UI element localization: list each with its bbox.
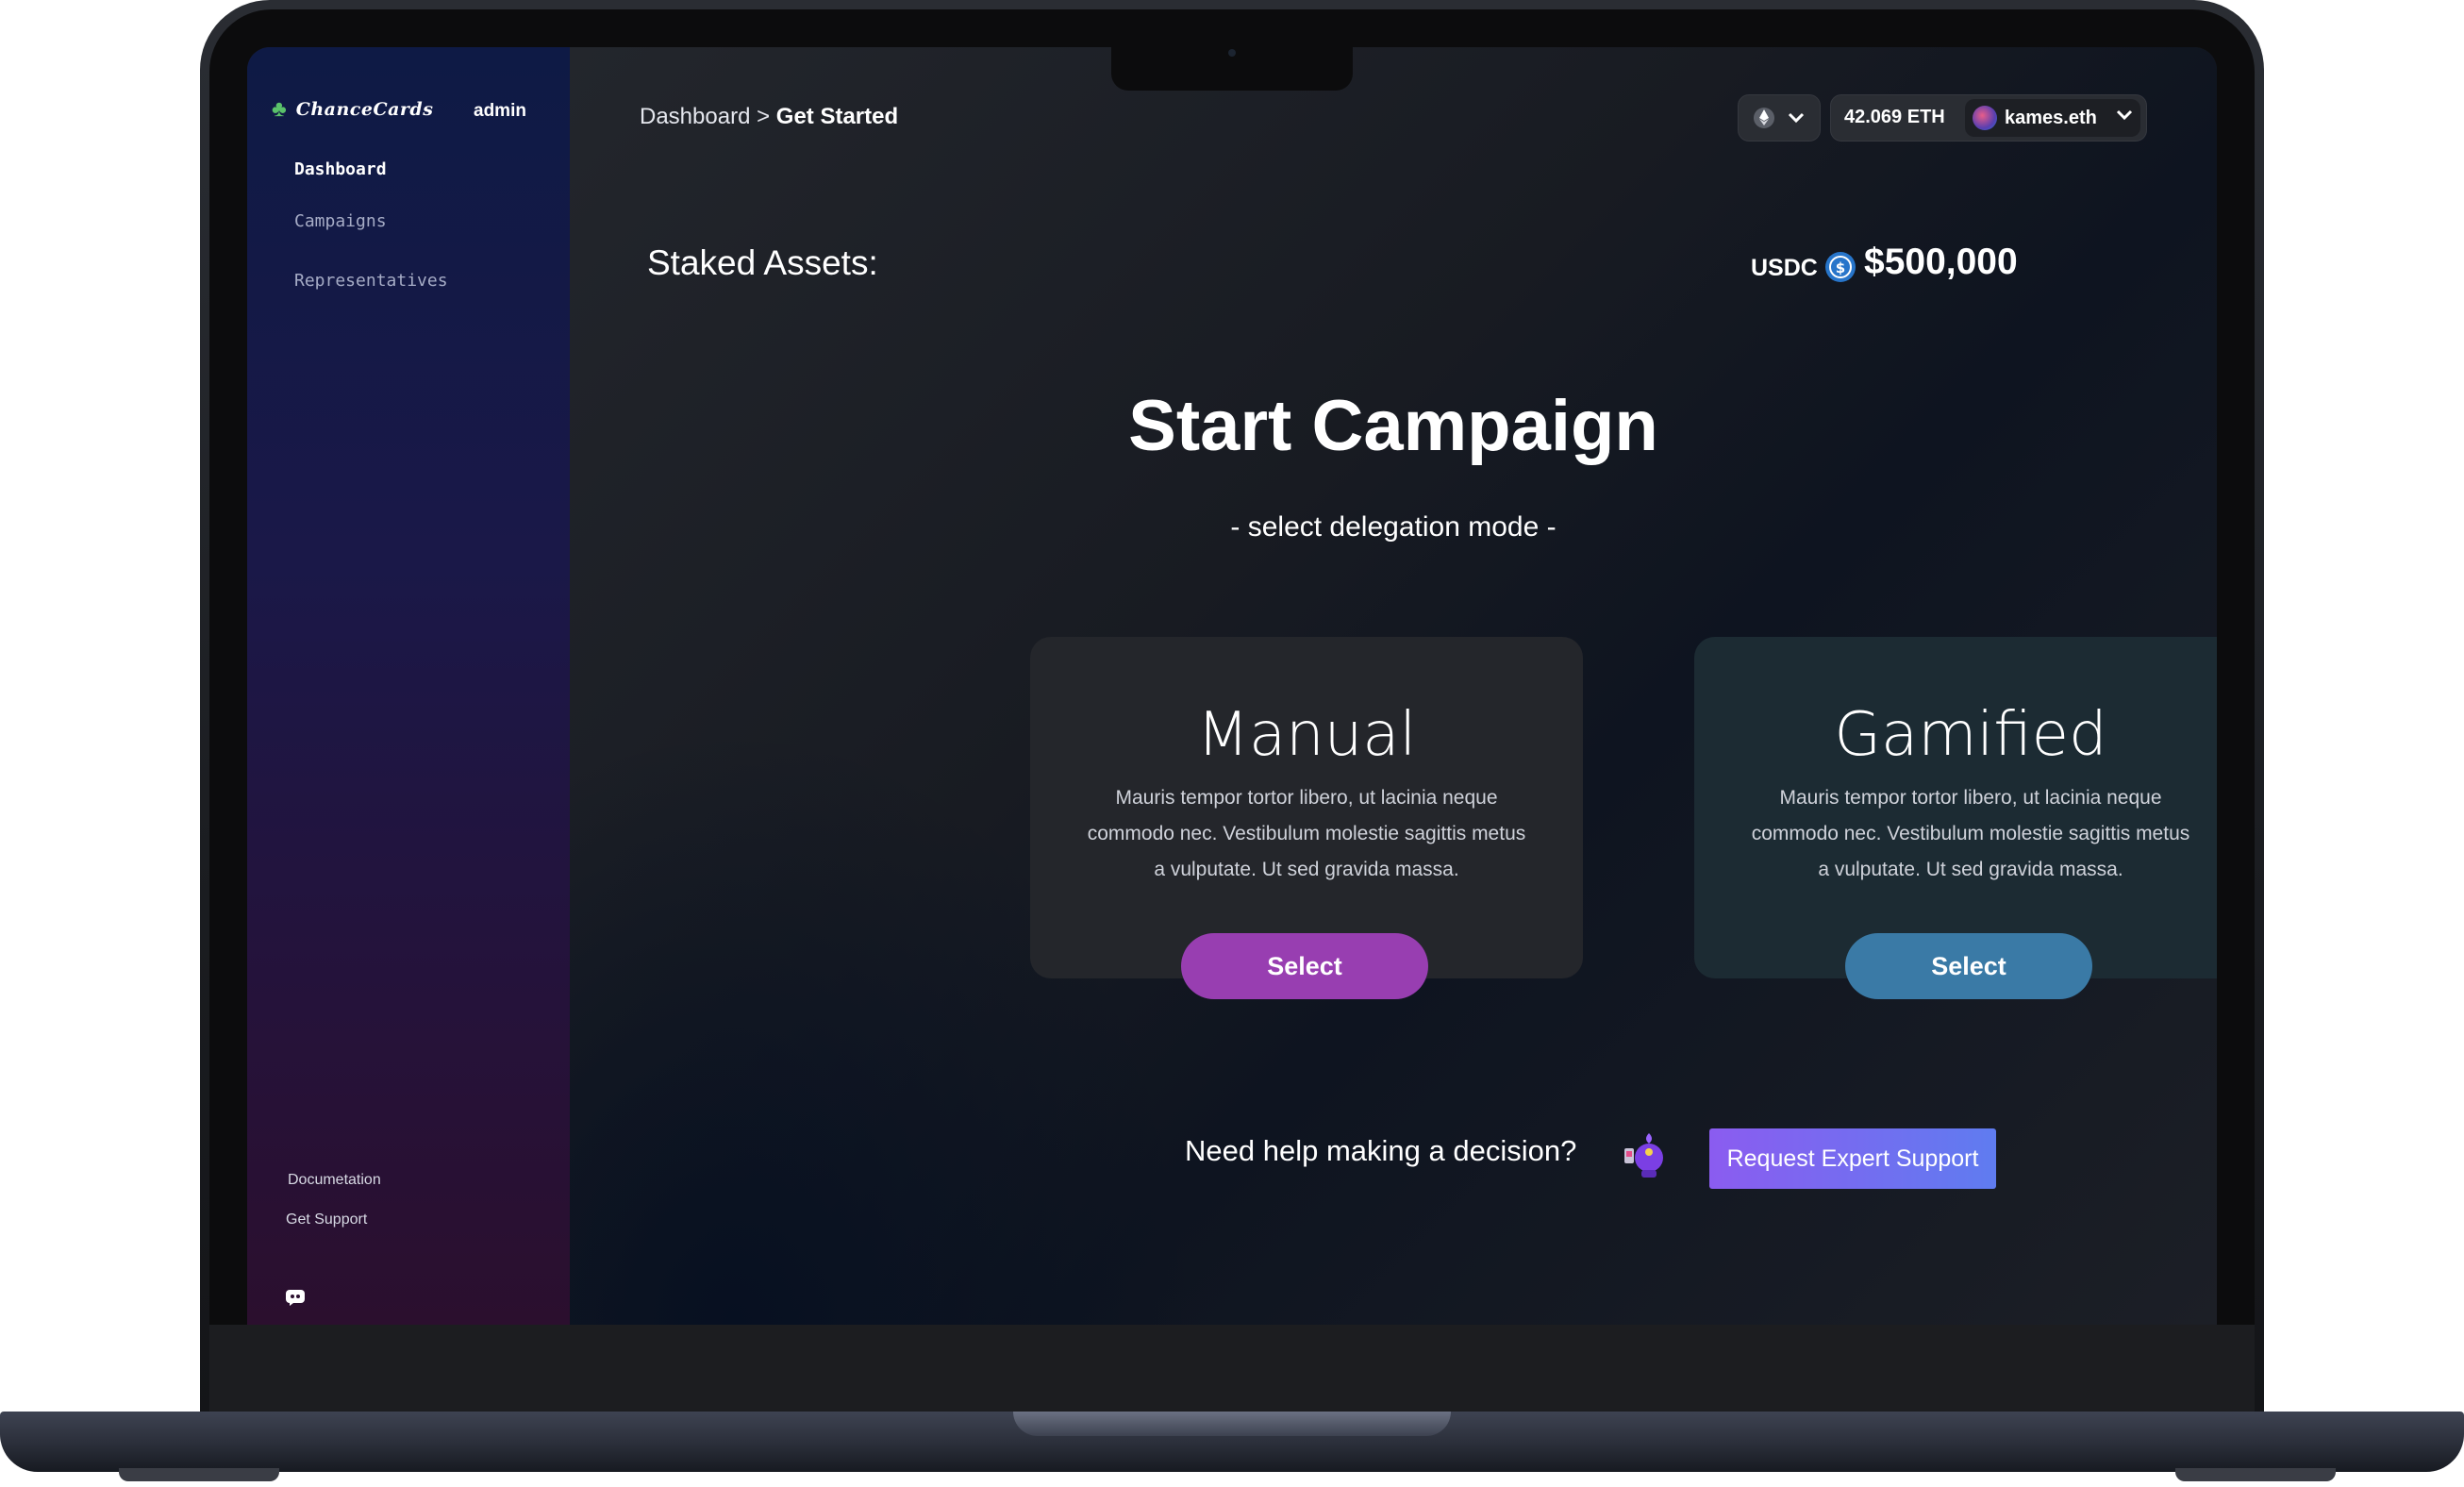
- select-manual-button[interactable]: Select: [1181, 933, 1428, 999]
- request-expert-support-button[interactable]: Request Expert Support: [1709, 1128, 1996, 1189]
- sidebar-item-dashboard[interactable]: Dashboard: [294, 159, 387, 179]
- staked-assets-label: Staked Assets:: [647, 243, 878, 282]
- page-subtitle: - select delegation mode -: [1230, 511, 1557, 543]
- brand-logo[interactable]: ♣ ChanceCards: [272, 98, 433, 121]
- staked-token: USDC: [1751, 255, 1818, 281]
- card-description: Mauris tempor tortor libero, ut lacinia …: [1087, 787, 1526, 880]
- chevron-down-icon: [2116, 109, 2133, 121]
- network-selector[interactable]: [1738, 94, 1821, 142]
- breadcrumb-parent[interactable]: Dashboard: [640, 104, 750, 129]
- wallet-button[interactable]: 42.069 ETH kames.eth: [1830, 94, 2147, 142]
- sidebar-item-campaigns[interactable]: Campaigns: [294, 211, 387, 231]
- breadcrumb-current: Get Started: [775, 104, 899, 129]
- laptop-opening-groove: [1013, 1412, 1451, 1436]
- sidebar: ♣ ChanceCards admin Dashboard Campaigns …: [247, 47, 570, 1325]
- camera-notch: [1111, 47, 1353, 91]
- discord-icon[interactable]: [285, 1289, 306, 1306]
- usdc-icon: $: [1825, 252, 1856, 282]
- gamified-mode-card: Gamified Mauris tempor tortor libero, ut…: [1694, 637, 2217, 978]
- account-menu[interactable]: kames.eth: [1965, 99, 2140, 137]
- sidebar-item-representatives[interactable]: Representatives: [294, 271, 448, 291]
- staked-amount: $500,000: [1864, 242, 2018, 282]
- breadcrumb-separator: >: [757, 104, 771, 129]
- page-title: Start Campaign: [1128, 386, 1658, 466]
- avatar: [1973, 106, 1997, 130]
- screen: ♣ ChanceCards admin Dashboard Campaigns …: [247, 47, 2217, 1325]
- ethereum-icon: [1754, 108, 1774, 128]
- card-description: Mauris tempor tortor libero, ut lacinia …: [1751, 787, 2190, 880]
- card-title: Gamified: [1834, 700, 2107, 770]
- clover-icon: ♣: [272, 96, 287, 122]
- get-support-link[interactable]: Get Support: [286, 1211, 367, 1228]
- svg-text:$: $: [1836, 259, 1845, 276]
- laptop-chin: [209, 1325, 2255, 1417]
- main-content: Dashboard > Get Started 42.069 ETH kames…: [570, 47, 2217, 1325]
- select-gamified-button[interactable]: Select: [1845, 933, 2092, 999]
- camera-icon: [1228, 49, 1236, 57]
- eth-balance: 42.069 ETH: [1844, 107, 1945, 127]
- manual-mode-card: Manual Mauris tempor tortor libero, ut l…: [1030, 637, 1583, 978]
- card-title: Manual: [1196, 700, 1417, 770]
- laptop-foot: [2175, 1468, 2336, 1481]
- laptop-foot: [119, 1468, 279, 1481]
- help-prompt: Need help making a decision?: [1185, 1134, 1577, 1167]
- role-label: admin: [474, 101, 526, 121]
- account-name: kames.eth: [2005, 108, 2097, 128]
- breadcrumb: Dashboard > Get Started: [640, 104, 898, 130]
- documentation-link[interactable]: Documetation: [288, 1172, 381, 1189]
- chevron-down-icon: [1788, 112, 1805, 124]
- brand-name: ChanceCards: [295, 99, 434, 120]
- support-mascot-icon: [1624, 1133, 1663, 1178]
